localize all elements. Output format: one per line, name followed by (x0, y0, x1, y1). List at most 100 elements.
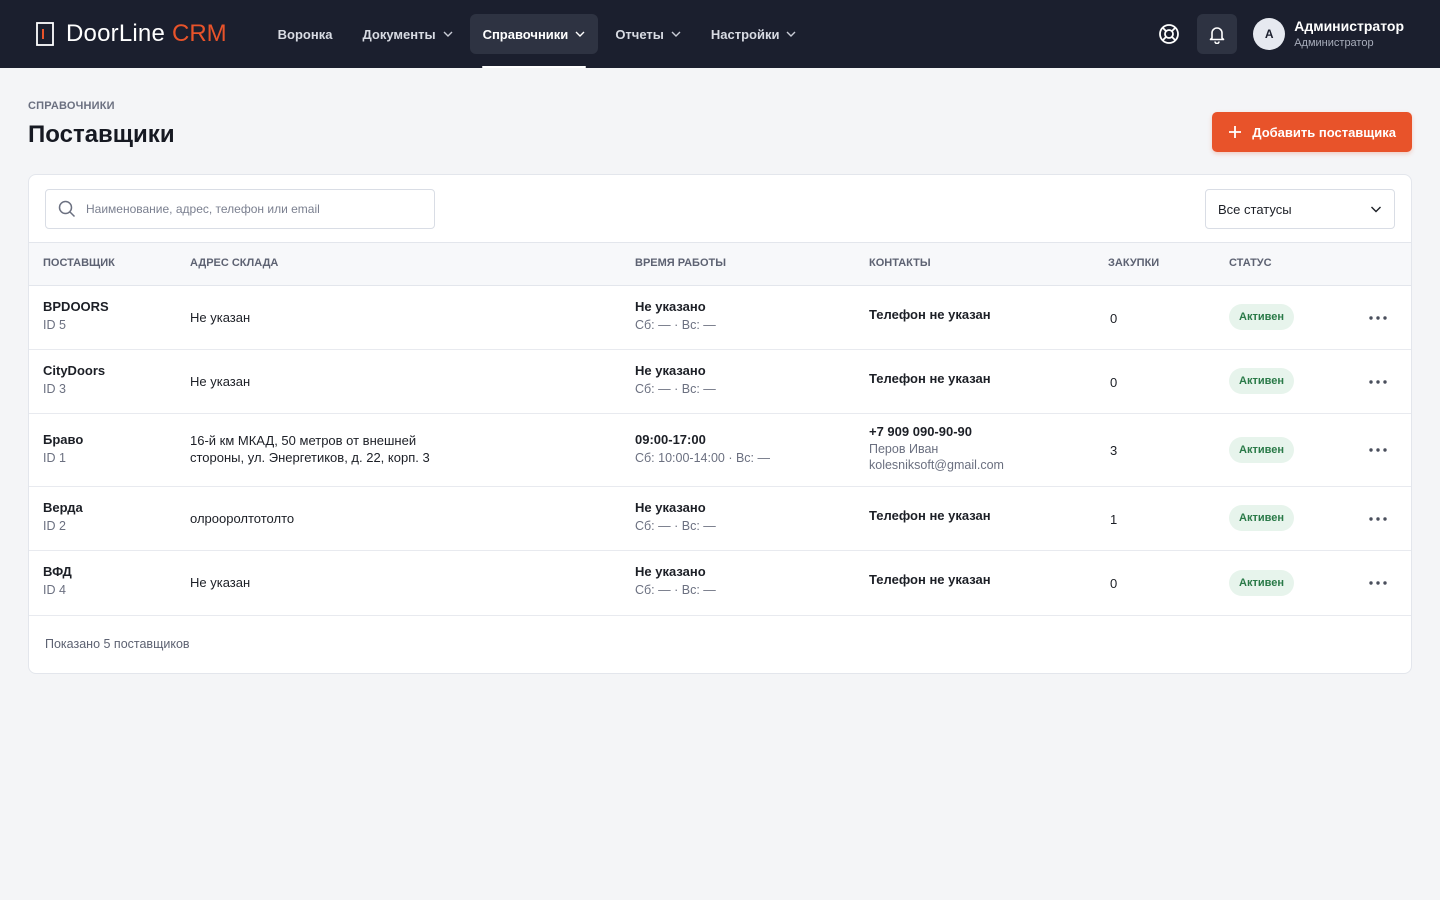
search-box[interactable] (45, 189, 435, 229)
more-dots-icon (1369, 581, 1387, 585)
weekend-hours: Сб: — · Вс: — (635, 318, 716, 332)
more-dots-icon (1369, 517, 1387, 521)
nav-item-funnel[interactable]: Воронка (265, 14, 346, 54)
supplier-id: ID 4 (43, 583, 66, 597)
status-badge: Активен (1229, 304, 1294, 330)
top-navbar: DoorLine CRM Воронка Документы Справочни… (0, 0, 1440, 68)
status-badge: Активен (1229, 437, 1294, 463)
row-actions-button[interactable] (1367, 371, 1389, 393)
table-row[interactable]: BPDOORS ID 5 Не указан Не указано Сб: — … (29, 286, 1411, 350)
supplier-name[interactable]: BPDOORS (43, 299, 109, 314)
row-actions-button[interactable] (1367, 439, 1389, 461)
table-toolbar: Все статусы (29, 175, 1411, 243)
nav-item-documents[interactable]: Документы (349, 14, 465, 54)
avatar: А (1253, 18, 1286, 50)
user-role: Администратор (1294, 36, 1374, 49)
table-row[interactable]: Верда ID 2 олрооролтотолто Не указано Сб… (29, 487, 1411, 551)
table-row[interactable]: ВФД ID 4 Не указан Не указано Сб: — · Вс… (29, 551, 1411, 616)
breadcrumb[interactable]: СПРАВОЧНИКИ (28, 100, 1412, 112)
contact-phone: Телефон не указан (869, 307, 991, 322)
col-header-purchases[interactable]: ЗАКУПКИ (1108, 257, 1159, 269)
brand-accent: CRM (172, 20, 227, 47)
supplier-name[interactable]: Браво (43, 432, 83, 447)
weekend-hours: Сб: — · Вс: — (635, 583, 716, 597)
warehouse-address: Не указан (190, 575, 251, 590)
status-badge: Активен (1229, 505, 1294, 531)
suppliers-card: Все статусы ПОСТАВЩИК АДРЕС СКЛАДА ВРЕМЯ… (28, 174, 1412, 674)
contact-phone: Телефон не указан (869, 371, 991, 386)
purchases-count: 1 (1110, 512, 1118, 527)
status-filter-select[interactable]: Все статусы (1205, 189, 1395, 229)
nav-label: Настройки (710, 26, 780, 42)
search-icon (58, 200, 76, 218)
row-actions-button[interactable] (1367, 307, 1389, 329)
table-summary: Показано 5 поставщиков (45, 637, 190, 651)
contact-email[interactable]: kolesniksoft@gmail.com (869, 458, 1004, 472)
supplier-name[interactable]: ВФД (43, 564, 72, 579)
nav-item-references[interactable]: Справочники (469, 14, 599, 68)
contact-phone[interactable]: +7 909 090-90-90 (869, 424, 1004, 439)
row-actions-button[interactable] (1367, 572, 1389, 594)
nav-label: Воронка (277, 26, 333, 42)
table-header: ПОСТАВЩИК АДРЕС СКЛАДА ВРЕМЯ РАБОТЫ КОНТ… (29, 243, 1411, 286)
more-dots-icon (1369, 380, 1387, 384)
warehouse-address: 16-й км МКАД, 50 метров от внешней сторо… (190, 433, 430, 465)
col-header-hours[interactable]: ВРЕМЯ РАБОТЫ (635, 257, 726, 269)
add-supplier-label: Добавить поставщика (1252, 124, 1396, 140)
warehouse-address: Не указан (190, 310, 251, 325)
col-header-status[interactable]: СТАТУС (1229, 257, 1272, 269)
work-hours: Не указано (635, 500, 706, 515)
page-title: Поставщики (28, 121, 175, 148)
nav-item-reports[interactable]: Отчеты (602, 14, 694, 54)
nav-label: Отчеты (615, 26, 664, 42)
chevron-down-icon (1371, 206, 1381, 213)
nav-item-settings[interactable]: Настройки (698, 14, 810, 54)
supplier-name[interactable]: Верда (43, 500, 83, 515)
contact-person: Перов Иван (869, 442, 939, 456)
col-header-supplier[interactable]: ПОСТАВЩИК (43, 257, 115, 269)
user-menu[interactable]: А Администратор Администратор (1253, 18, 1404, 51)
add-supplier-button[interactable]: Добавить поставщика (1212, 112, 1412, 152)
more-dots-icon (1369, 316, 1387, 320)
topbar-actions: А Администратор Администратор (1141, 14, 1404, 54)
weekend-hours: Сб: 10:00-14:00 · Вс: — (635, 451, 770, 465)
chevron-down-icon (575, 31, 585, 37)
status-badge: Активен (1229, 570, 1294, 596)
table-row[interactable]: CityDoors ID 3 Не указан Не указано Сб: … (29, 350, 1411, 414)
brand-logo[interactable]: DoorLine CRM (36, 20, 227, 48)
more-dots-icon (1369, 448, 1387, 452)
purchases-count: 3 (1110, 443, 1118, 458)
weekend-hours: Сб: — · Вс: — (635, 519, 716, 533)
purchases-count: 0 (1110, 311, 1118, 326)
lifebuoy-icon (1159, 24, 1180, 44)
supplier-id: ID 5 (43, 318, 66, 332)
search-input[interactable] (86, 202, 434, 216)
work-hours: Не указано (635, 363, 706, 378)
purchases-count: 0 (1110, 375, 1118, 390)
warehouse-address: Не указан (190, 374, 251, 389)
contact-phone: Телефон не указан (869, 572, 991, 587)
work-hours: Не указано (635, 564, 706, 579)
contact-phone: Телефон не указан (869, 508, 991, 523)
user-name: Администратор (1294, 17, 1404, 34)
brand-name: DoorLine (66, 20, 165, 47)
table-row[interactable]: Браво ID 1 16-й км МКАД, 50 метров от вн… (29, 414, 1411, 487)
notifications-button[interactable] (1197, 14, 1238, 54)
status-filter-value: Все статусы (1218, 201, 1292, 217)
nav-label: Справочники (482, 26, 569, 42)
supplier-id: ID 3 (43, 382, 66, 396)
door-logo-icon (36, 22, 54, 46)
help-button[interactable] (1149, 14, 1189, 54)
col-header-contacts[interactable]: КОНТАКТЫ (869, 257, 931, 269)
nav-label: Документы (362, 26, 436, 42)
weekend-hours: Сб: — · Вс: — (635, 382, 716, 396)
supplier-id: ID 2 (43, 519, 66, 533)
plus-icon (1229, 126, 1242, 138)
chevron-down-icon (786, 31, 796, 37)
supplier-name[interactable]: CityDoors (43, 363, 105, 378)
col-header-address[interactable]: АДРЕС СКЛАДА (190, 257, 278, 269)
page-header: СПРАВОЧНИКИ Поставщики Добавить поставщи… (0, 68, 1440, 174)
row-actions-button[interactable] (1367, 508, 1389, 530)
chevron-down-icon (671, 31, 681, 37)
warehouse-address: олрооролтотолто (190, 511, 295, 526)
